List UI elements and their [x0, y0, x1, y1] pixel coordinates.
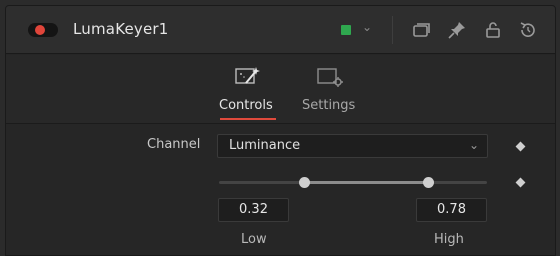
settings-gear-icon: [316, 65, 344, 89]
channel-dropdown[interactable]: Luminance ⌄: [217, 134, 488, 158]
node-title: LumaKeyer1: [73, 20, 169, 38]
channel-value: Luminance: [229, 138, 301, 153]
reset-icon[interactable]: [517, 19, 539, 41]
node-color-swatch[interactable]: [341, 25, 351, 35]
range-slider-fill: [304, 181, 429, 184]
range-slider-high-handle[interactable]: [422, 177, 434, 188]
high-label: High: [434, 232, 464, 247]
node-header: LumaKeyer1 ⌄: [6, 6, 555, 54]
pin-icon[interactable]: [446, 19, 468, 41]
toggle-dot: [35, 25, 45, 35]
tab-label: Controls: [219, 98, 273, 113]
controls-wand-icon: [234, 65, 262, 89]
high-value-input[interactable]: 0.78: [416, 198, 487, 222]
keyframe-diamond-icon[interactable]: [515, 177, 526, 188]
chevron-down-icon[interactable]: ⌄: [362, 20, 372, 34]
low-value-input[interactable]: 0.32: [218, 198, 289, 222]
inspector-panel: LumaKeyer1 ⌄ Controls Settings Channel L…: [5, 5, 556, 256]
active-tab-indicator: [220, 118, 276, 120]
chevron-down-icon: ⌄: [468, 138, 479, 152]
keyframe-diamond-icon[interactable]: [515, 141, 526, 152]
tab-controls[interactable]: Controls: [216, 55, 280, 124]
tab-label: Settings: [302, 98, 356, 113]
low-label: Low: [241, 232, 267, 247]
header-divider: [392, 16, 393, 44]
lock-icon[interactable]: [482, 19, 504, 41]
versions-icon[interactable]: [410, 19, 432, 41]
range-slider-low-handle[interactable]: [299, 177, 311, 188]
node-enable-toggle[interactable]: [28, 23, 58, 37]
channel-label: Channel: [147, 137, 201, 152]
tab-settings[interactable]: Settings: [298, 55, 362, 124]
tab-bar: Controls Settings: [6, 55, 555, 124]
controls-section: Channel Luminance ⌄ 0.32 0.78 Low High: [6, 125, 555, 255]
